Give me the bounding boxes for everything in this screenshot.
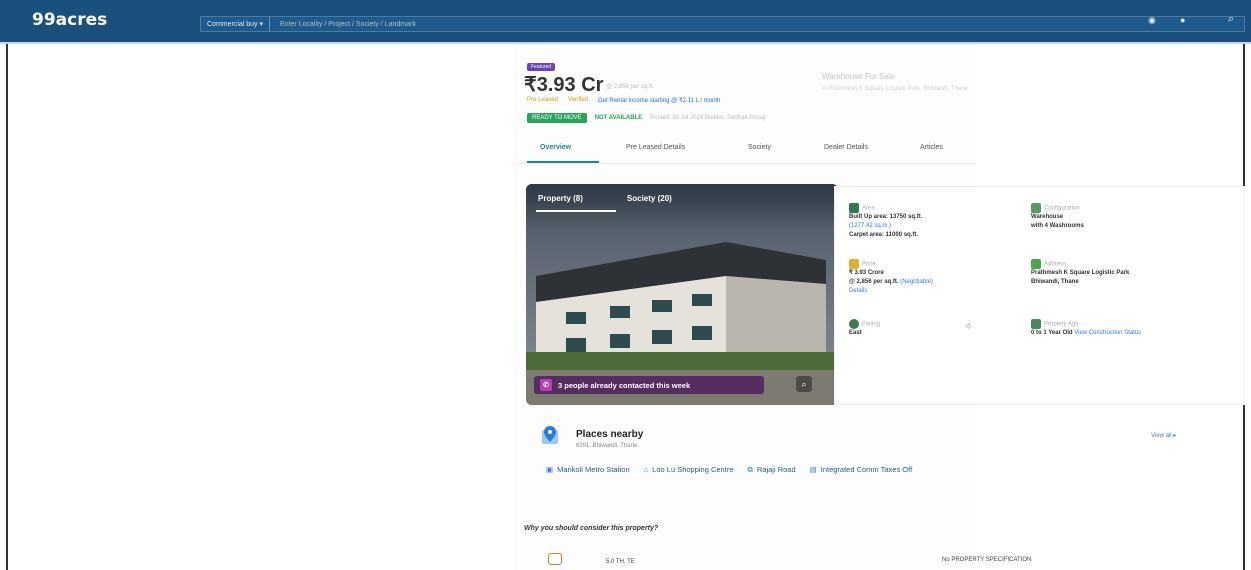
tab-society[interactable]: Society: [748, 144, 771, 151]
places-nearby-title: Places nearby: [576, 429, 644, 440]
tab-property-photos[interactable]: Property (8): [538, 194, 583, 220]
highlight-b: No PROPERTY SPECIFICATION: [942, 557, 1032, 563]
search-icon[interactable]: ⌕: [1228, 13, 1234, 26]
price-icon: [849, 259, 859, 269]
listing-tabs: Overview Pre Leased Details Society Deal…: [524, 138, 964, 162]
zoom-icon[interactable]: ⌕: [796, 376, 812, 392]
age-icon: [1031, 319, 1041, 329]
office-icon: ▤: [809, 465, 817, 474]
area-icon: [849, 203, 859, 213]
speedometer-icon: [548, 553, 562, 565]
posted-note: Posted: 30 Jul 2024 Builder: Sarthak Gro…: [650, 115, 766, 121]
contacted-banner: ✆ 3 people already contacted this week: [534, 376, 764, 394]
nearby-item[interactable]: ▤ Integrated Comm Taxes Off: [810, 465, 913, 475]
nearby-places-list: ▣ Mankoli Metro Station ⌂ Loo Lu Shopping …: [546, 465, 912, 475]
eye-icon[interactable]: ◉: [1148, 15, 1156, 26]
rental-income-link[interactable]: Get Rental Income starting @ ₹2.11 L / m…: [598, 97, 720, 104]
property-photo[interactable]: Property (8) Society (20) ✆ 3 people alr…: [526, 184, 838, 405]
tag-pre-leased: Pre-Leased: [527, 97, 559, 103]
compass-icon: [849, 319, 859, 329]
detail-price: Price ₹ 3.93 Crore @ 2,856 per sq.ft. (N…: [849, 259, 1019, 295]
price-per-sqft: @ 2,856 per sq.ft.: [606, 84, 654, 90]
top-navigation-bar: 99acres Commercial buy ▾ Enter Locality …: [0, 0, 1251, 44]
listing-location: in Prathmesh K Square Logistic Park, Bhi…: [822, 86, 968, 92]
photo-tab-indicator: [536, 210, 616, 212]
tabs-divider: [514, 163, 976, 164]
property-type-dropdown[interactable]: Commercial buy ▾: [201, 17, 271, 31]
listing-price: ₹3.93 Cr: [524, 74, 604, 96]
photo-tabs: Property (8) Society (20): [526, 184, 838, 230]
address-icon: [1031, 259, 1041, 269]
search-bar[interactable]: Commercial buy ▾ Enter Locality / Projec…: [200, 16, 1245, 32]
not-available-label: NOT AVAILABLE: [594, 115, 643, 121]
tab-society-photos[interactable]: Society (20): [627, 194, 672, 220]
property-details-panel: Area Built Up area: 13750 sq.ft. (1277.4…: [834, 186, 1245, 405]
map-pin-icon: [542, 426, 558, 444]
detail-property-age: Property Age 0 to 1 Year Old View Constr…: [1031, 319, 1231, 338]
detail-area: Area Built Up area: 13750 sq.ft. (1277.4…: [849, 203, 999, 239]
ready-to-move-badge: READY TO MOVE: [527, 113, 587, 123]
view-all-link[interactable]: View all ▸: [1151, 432, 1176, 439]
site-logo[interactable]: 99acres: [32, 10, 107, 30]
nearby-item[interactable]: ⧉ Rajaji Road: [748, 465, 796, 475]
shopping-icon: ⌂: [643, 465, 649, 474]
tab-articles[interactable]: Articles: [920, 144, 943, 151]
nearby-item[interactable]: ▣ Mankoli Metro Station: [546, 465, 630, 475]
tab-dealer-details[interactable]: Dealer Details: [824, 144, 868, 151]
listing-title: Warehouse For Sale: [822, 72, 896, 81]
configuration-icon: [1031, 203, 1041, 213]
availability-row: READY TO MOVE NOT AVAILABLE Posted: 30 J…: [527, 113, 766, 123]
sparkle-icon: ✲: [965, 322, 972, 331]
tag-verified: Verified: [568, 97, 589, 103]
detail-configuration: Configuration Warehouse with 4 Washrooms: [1031, 203, 1181, 231]
places-nearby-subtitle: 6201, Bhiwandi, Thane: [576, 443, 638, 449]
user-icon[interactable]: ●: [1180, 15, 1185, 25]
detail-address: Address Prathmesh K Square Logistic Park…: [1031, 259, 1211, 287]
listing-tags: Pre-Leased Verified Get Rental Income st…: [527, 97, 720, 104]
tab-overview[interactable]: Overview: [540, 144, 571, 151]
highlight-a: 5.0 TH. TE: [606, 559, 635, 565]
search-input[interactable]: Enter Locality / Project / Society / Lan…: [270, 21, 1244, 28]
why-consider-heading: Why you should consider this property?: [524, 525, 659, 532]
featured-badge: Featured: [527, 63, 556, 71]
road-icon: ⧉: [747, 465, 753, 474]
contacted-text: 3 people already contacted this week: [558, 380, 691, 390]
tab-pre-leased-details[interactable]: Pre Leased Details: [626, 144, 685, 151]
metro-icon: ▣: [546, 465, 554, 474]
nearby-item[interactable]: ⌂ Loo Lu Shopping Centre: [644, 465, 734, 475]
people-icon: ✆: [540, 379, 552, 391]
